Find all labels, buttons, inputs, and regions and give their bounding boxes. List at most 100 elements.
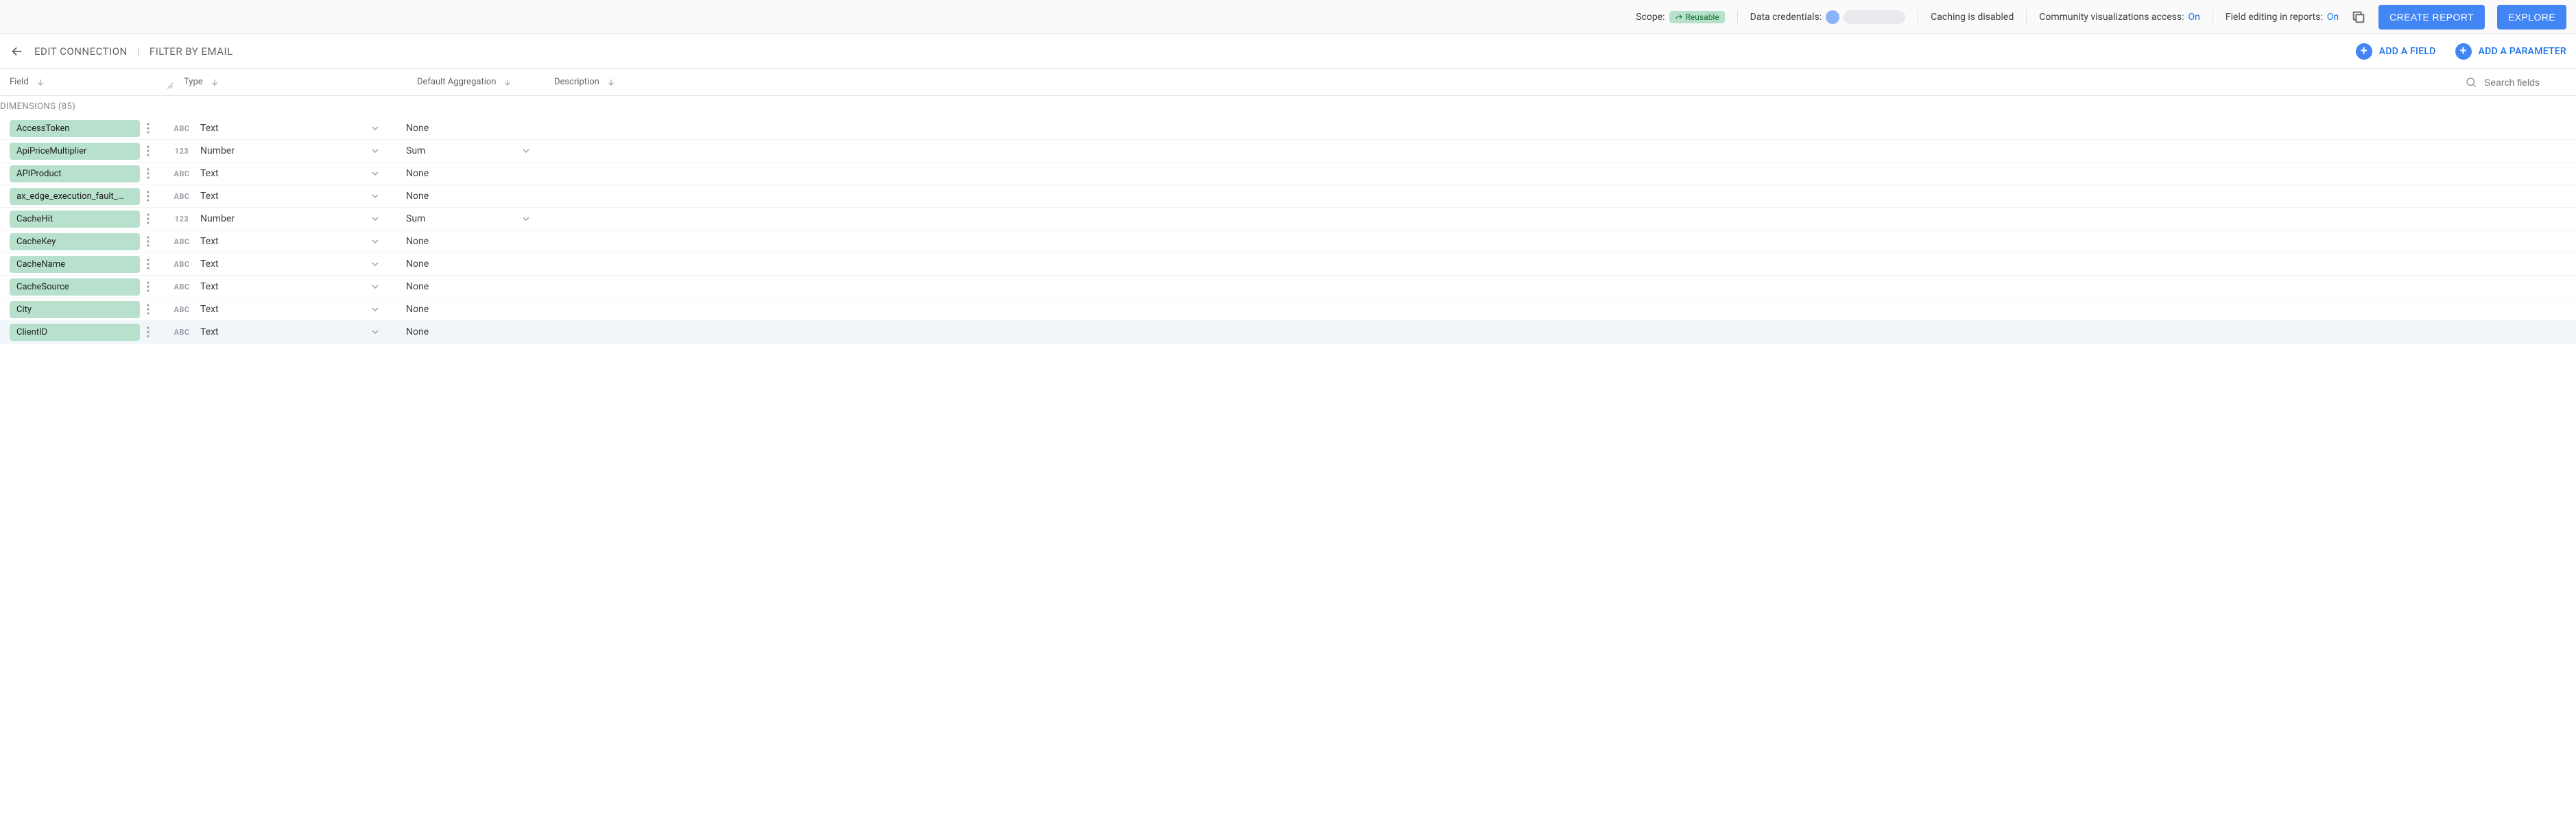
chevron-down-icon[interactable] (372, 214, 379, 224)
chevron-down-icon[interactable] (372, 191, 379, 202)
chevron-down-icon[interactable] (372, 259, 379, 270)
scope-chip-reusable[interactable]: Reusable (1669, 11, 1725, 23)
chevron-down-icon[interactable] (372, 305, 379, 315)
table-row[interactable]: ApiPriceMultiplier 123NumberSum (0, 140, 2576, 163)
share-arrow-icon (1675, 13, 1683, 21)
field-name-chip[interactable]: AccessToken (10, 120, 140, 137)
caching-label: Caching is disabled (1931, 12, 2014, 23)
more-options-icon[interactable] (140, 304, 156, 315)
table-row[interactable]: APIProduct ABCTextNone (0, 163, 2576, 185)
caching-info[interactable]: Caching is disabled (1931, 12, 2014, 23)
aggregation-cell[interactable]: None (406, 326, 543, 337)
table-row[interactable]: CacheHit 123NumberSum (0, 208, 2576, 230)
column-header-row: Field Type Default Aggregation Descripti… (0, 69, 2576, 96)
column-type[interactable]: Type (184, 77, 417, 87)
table-row[interactable]: City ABCTextNone (0, 298, 2576, 321)
type-cell[interactable]: ABC Text (173, 259, 406, 270)
field-name-chip[interactable]: CacheSource (10, 278, 140, 296)
column-description[interactable]: Description (554, 77, 691, 87)
filter-by-email-link[interactable]: FILTER BY EMAIL (150, 45, 233, 58)
separator (2026, 10, 2027, 25)
field-name-chip[interactable]: APIProduct (10, 165, 140, 182)
chevron-down-icon[interactable] (372, 123, 379, 134)
copy-icon[interactable] (2351, 10, 2366, 25)
type-cell[interactable]: ABCText (173, 123, 406, 134)
search-input[interactable] (2484, 77, 2566, 88)
field-name-chip[interactable]: ApiPriceMultiplier (10, 143, 140, 160)
field-name-chip[interactable]: City (10, 301, 140, 318)
text-type-icon: ABC (173, 260, 191, 269)
field-name-chip[interactable]: ax_edge_execution_fault_… (10, 188, 140, 205)
type-cell[interactable]: ABCText (173, 326, 406, 337)
more-options-icon[interactable] (140, 213, 156, 224)
aggregation-label: None (406, 304, 429, 315)
type-cell[interactable]: 123Number (173, 145, 406, 156)
data-credentials-label: Data credentials: (1750, 12, 1822, 23)
table-row[interactable]: CacheSource ABCTextNone (0, 276, 2576, 298)
chevron-down-icon[interactable] (372, 146, 379, 156)
type-cell[interactable]: ABCText (173, 168, 406, 179)
aggregation-cell[interactable]: None (406, 281, 543, 292)
community-vis-info[interactable]: Community visualizations access: On (2039, 12, 2200, 23)
type-cell[interactable]: 123Number (173, 213, 406, 224)
aggregation-cell[interactable]: None (406, 191, 543, 202)
more-options-icon[interactable] (140, 191, 156, 202)
type-label: Number (200, 213, 235, 224)
text-type-icon: ABC (173, 283, 191, 291)
type-cell[interactable]: ABCText (173, 236, 406, 247)
table-row[interactable]: CacheName ABC Text None (0, 253, 2576, 276)
more-options-icon[interactable] (140, 145, 156, 156)
sort-arrow-down-icon (36, 77, 45, 87)
more-options-icon[interactable] (140, 168, 156, 179)
add-field-button[interactable]: + ADD A FIELD (2356, 43, 2436, 60)
field-name-chip[interactable]: CacheHit (10, 211, 140, 228)
sort-arrow-down-icon (503, 77, 512, 87)
column-aggregation[interactable]: Default Aggregation (417, 77, 554, 87)
text-type-icon: ABC (173, 237, 191, 246)
data-credentials-info[interactable]: Data credentials: (1750, 10, 1906, 24)
explore-button[interactable]: EXPLORE (2497, 5, 2566, 29)
dimensions-count: 85 (62, 102, 72, 112)
chevron-down-icon[interactable] (523, 145, 529, 156)
aggregation-cell[interactable]: None (406, 259, 543, 270)
type-cell[interactable]: ABCText (173, 191, 406, 202)
add-parameter-button[interactable]: + ADD A PARAMETER (2455, 43, 2566, 60)
chevron-down-icon[interactable] (372, 169, 379, 179)
more-options-icon[interactable] (140, 236, 156, 247)
add-field-label: ADD A FIELD (2379, 46, 2436, 57)
back-arrow-icon[interactable] (10, 44, 25, 59)
pipe-separator: | (137, 45, 140, 58)
sort-arrow-down-icon (210, 77, 219, 87)
field-name-chip[interactable]: CacheName (10, 256, 140, 273)
type-cell[interactable]: ABCText (173, 304, 406, 315)
table-row[interactable]: CacheKey ABCTextNone (0, 230, 2576, 253)
more-options-icon[interactable] (140, 326, 156, 337)
type-label: Text (200, 259, 219, 270)
table-row[interactable]: ax_edge_execution_fault_… ABCTextNone (0, 185, 2576, 208)
aggregation-cell[interactable]: None (406, 168, 543, 179)
create-report-button[interactable]: CREATE REPORT (2378, 5, 2485, 29)
text-type-icon: ABC (173, 169, 191, 178)
table-row[interactable]: AccessToken ABCTextNone (0, 117, 2576, 140)
more-options-icon[interactable] (140, 281, 156, 292)
table-row[interactable]: ClientID ABCTextNone (0, 321, 2576, 344)
more-options-icon[interactable] (140, 123, 156, 134)
chevron-down-icon[interactable] (372, 237, 379, 247)
column-field[interactable]: Field (10, 77, 167, 87)
edit-connection-link[interactable]: EDIT CONNECTION (34, 45, 128, 58)
aggregation-cell[interactable]: Sum (406, 145, 543, 156)
more-options-icon[interactable] (140, 259, 156, 270)
chevron-down-icon[interactable] (372, 327, 379, 337)
search-fields[interactable] (2465, 76, 2566, 88)
aggregation-cell[interactable]: None (406, 123, 543, 134)
field-editing-info[interactable]: Field editing in reports: On (2226, 12, 2339, 23)
field-name-chip[interactable]: ClientID (10, 324, 140, 341)
aggregation-cell[interactable]: None (406, 304, 543, 315)
chevron-down-icon[interactable] (372, 282, 379, 292)
aggregation-cell[interactable]: Sum (406, 213, 543, 224)
resize-handle-icon[interactable] (166, 80, 174, 88)
type-cell[interactable]: ABCText (173, 281, 406, 292)
chevron-down-icon[interactable] (523, 213, 529, 224)
field-name-chip[interactable]: CacheKey (10, 233, 140, 250)
aggregation-cell[interactable]: None (406, 236, 543, 247)
